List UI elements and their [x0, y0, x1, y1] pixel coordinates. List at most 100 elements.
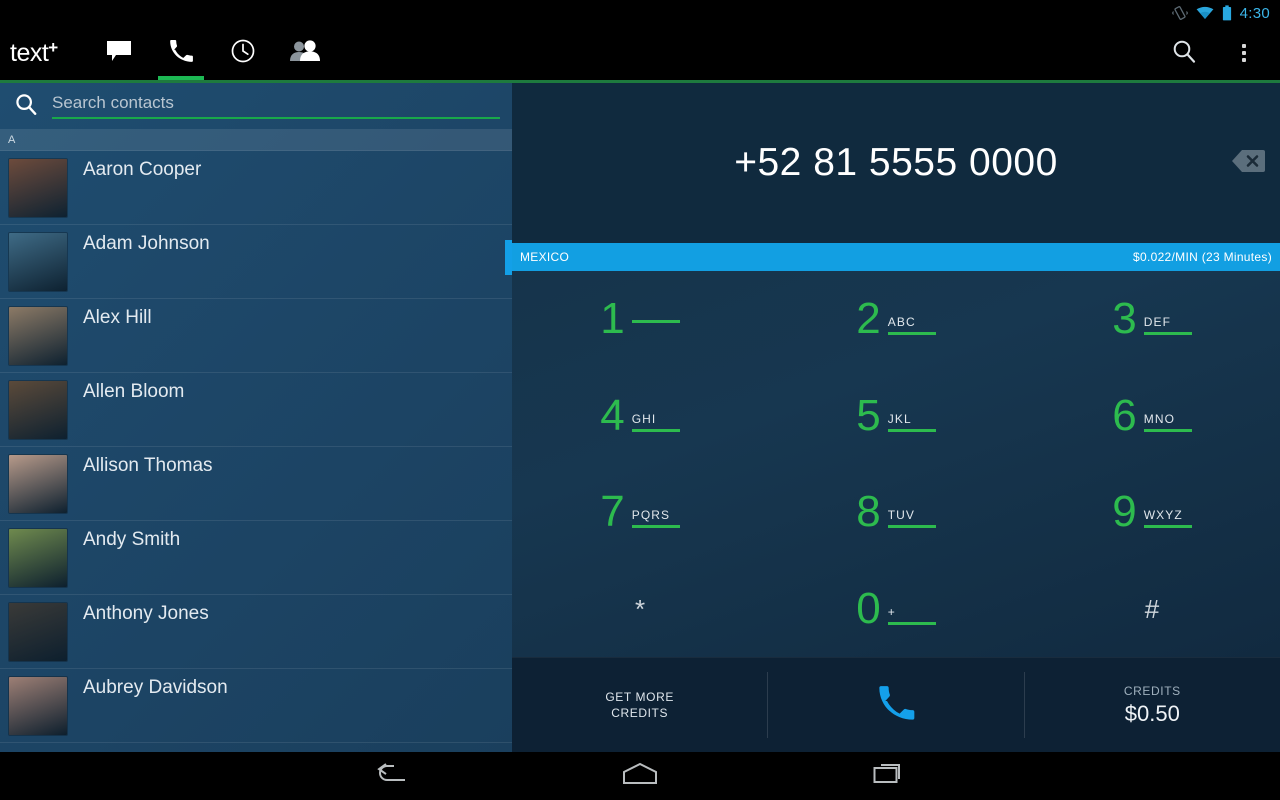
- contact-row[interactable]: Aubrey Davidson: [0, 669, 512, 743]
- contact-name: Adam Johnson: [83, 233, 210, 254]
- vibrate-icon: [1171, 5, 1188, 21]
- contacts-list[interactable]: Aaron Cooper Adam Johnson Alex Hill Allen B…: [0, 151, 512, 743]
- dialpad-key-digit: 2: [856, 294, 881, 344]
- contacts-scrollbar-thumb[interactable]: [505, 240, 512, 275]
- dialpad-key-hash[interactable]: #: [1024, 561, 1280, 658]
- credits-value: $0.50: [1124, 700, 1180, 726]
- dialpad-key-digit: 0: [856, 583, 881, 633]
- tab-messages[interactable]: [88, 26, 150, 80]
- dialpad-key-digit: *: [634, 593, 646, 624]
- avatar: [9, 455, 67, 513]
- dialpad-key-underline: [631, 428, 680, 432]
- app-root: 4:30 text+ Search contacts A Aaron Coope…: [0, 0, 1280, 800]
- dialpad-key-digit: 4: [600, 390, 625, 440]
- dialpad-key-underline: [1143, 428, 1192, 432]
- status-bar: 4:30: [0, 0, 1280, 26]
- dialpad-key-2[interactable]: 2 ABC: [768, 271, 1024, 368]
- get-more-credits-line1: GET MORE: [605, 690, 674, 704]
- nav-home-button[interactable]: [610, 752, 670, 800]
- dialpad[interactable]: 1 2 ABC 3 DEF 4 GHI 5 JKL 6 MNO 7 PQRS 8 TUV 9 WXYZ * 0 + #: [512, 271, 1280, 657]
- dialpad-key-5[interactable]: 5 JKL: [768, 368, 1024, 465]
- dialpad-key-9[interactable]: 9 WXYZ: [1024, 464, 1280, 561]
- get-more-credits-line2: CREDITS: [611, 706, 669, 720]
- dialpad-key-letters: DEF: [1143, 315, 1172, 330]
- avatar: [9, 603, 67, 661]
- dialpad-key-digit: 7: [600, 487, 625, 537]
- dialpad-key-0[interactable]: 0 +: [768, 561, 1024, 658]
- dialpad-key-underline: [887, 332, 936, 336]
- clock-icon: [230, 38, 256, 69]
- dialpad-key-letters: JKL: [887, 411, 912, 426]
- backspace-button[interactable]: [1230, 149, 1266, 177]
- dialpad-key-underline: [887, 428, 936, 432]
- contact-row[interactable]: Alex Hill: [0, 299, 512, 373]
- dialpad-key-1[interactable]: 1: [512, 271, 768, 368]
- battery-icon: [1222, 5, 1232, 21]
- app-logo-text: text: [10, 38, 49, 67]
- avatar: [9, 677, 67, 735]
- app-logo: text+: [10, 38, 88, 68]
- backspace-delete-icon: [1231, 148, 1265, 179]
- avatar: [9, 381, 67, 439]
- tab-recents[interactable]: [212, 26, 274, 80]
- dialpad-key-6[interactable]: 6 MNO: [1024, 368, 1280, 465]
- search-input[interactable]: [52, 93, 500, 113]
- avatar: [9, 233, 67, 291]
- people-icon: [289, 39, 321, 68]
- dialpad-key-star[interactable]: *: [512, 561, 768, 658]
- dialed-number[interactable]: +52 81 5555 0000: [734, 141, 1058, 185]
- contact-row[interactable]: Allen Bloom: [0, 373, 512, 447]
- dialpad-key-digit: 9: [1112, 487, 1137, 537]
- nav-recents-button[interactable]: [860, 752, 920, 800]
- contacts-section-header: A: [0, 129, 512, 151]
- dialpad-key-8[interactable]: 8 TUV: [768, 464, 1024, 561]
- dialpad-key-underline: [887, 621, 936, 625]
- action-bar: text+: [0, 26, 1280, 80]
- status-bar-clock: 4:30: [1239, 4, 1270, 22]
- contact-name: Andy Smith: [83, 529, 181, 550]
- contact-row[interactable]: Allison Thomas: [0, 447, 512, 521]
- get-more-credits-button[interactable]: GET MORE CREDITS: [512, 658, 767, 752]
- call-button[interactable]: [768, 658, 1023, 752]
- tab-contacts[interactable]: [274, 26, 336, 80]
- tab-bar: [88, 26, 336, 80]
- overflow-menu-icon: [1242, 44, 1246, 62]
- dialpad-key-digit: #: [1144, 593, 1160, 624]
- credits-display[interactable]: CREDITS $0.50: [1025, 658, 1280, 752]
- avatar: [9, 159, 67, 217]
- contact-row[interactable]: Anthony Jones: [0, 595, 512, 669]
- search-icon: [14, 92, 38, 121]
- dialed-number-area: +52 81 5555 0000: [512, 83, 1280, 243]
- dialpad-key-4[interactable]: 4 GHI: [512, 368, 768, 465]
- search-button[interactable]: [1156, 26, 1212, 80]
- contact-row[interactable]: Andy Smith: [0, 521, 512, 595]
- rate-value: $0.022/MIN (23 Minutes): [1133, 250, 1272, 264]
- dialpad-key-7[interactable]: 7 PQRS: [512, 464, 768, 561]
- dialpad-key-letters: +: [887, 604, 896, 619]
- contact-row[interactable]: Aaron Cooper: [0, 151, 512, 225]
- contact-name: Aubrey Davidson: [83, 677, 228, 698]
- dialpad-key-underline: [887, 525, 936, 529]
- contact-name: Alex Hill: [83, 307, 152, 328]
- dialpad-key-underline: [1143, 525, 1192, 529]
- dialpad-key-3[interactable]: 3 DEF: [1024, 271, 1280, 368]
- dialer-bottom-bar: GET MORE CREDITS CREDITS $0.50: [512, 657, 1280, 752]
- dialpad-key-letters: ABC: [887, 315, 916, 330]
- overflow-menu-button[interactable]: [1216, 26, 1272, 80]
- search-bar: [0, 83, 512, 129]
- dialpad-key-letters: TUV: [887, 508, 916, 523]
- contact-row[interactable]: Adam Johnson: [0, 225, 512, 299]
- dialpad-key-underline: [631, 525, 680, 529]
- phone-handset-icon: [168, 38, 194, 69]
- dialpad-key-digit: 1: [600, 294, 625, 344]
- back-icon: [372, 761, 408, 792]
- rate-banner: MEXICO $0.022/MIN (23 Minutes): [512, 243, 1280, 271]
- android-nav-bar: [0, 752, 1280, 800]
- nav-back-button[interactable]: [360, 752, 420, 800]
- search-icon: [1171, 38, 1197, 69]
- dialpad-key-letters: MNO: [1143, 411, 1176, 426]
- tab-phone[interactable]: [150, 26, 212, 80]
- dialpad-key-digit: 5: [856, 390, 881, 440]
- action-bar-right: [1156, 26, 1280, 80]
- dialpad-key-digit: 6: [1112, 390, 1137, 440]
